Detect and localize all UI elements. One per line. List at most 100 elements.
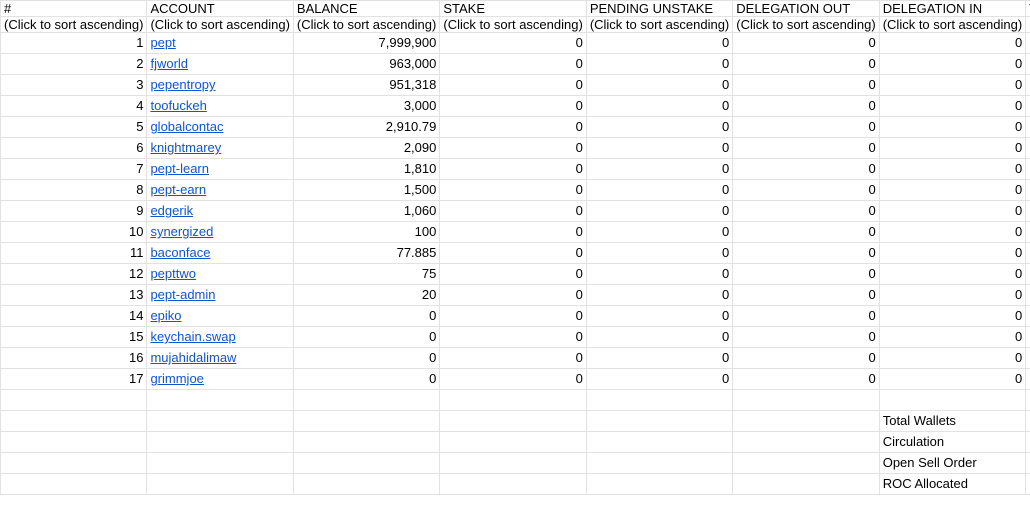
- summary-value-cell[interactable]: 10,000,000: [1025, 431, 1030, 453]
- total-cell[interactable]: 3,000: [1025, 95, 1030, 117]
- pending-unstake-cell[interactable]: 0: [585, 221, 734, 243]
- account-cell[interactable]: pepttwo: [146, 263, 294, 285]
- delegation-in-cell[interactable]: 0: [878, 137, 1027, 159]
- stake-cell[interactable]: 0: [439, 95, 587, 117]
- account-link[interactable]: pept-learn: [150, 161, 209, 176]
- total-cell[interactable]: 77.885: [1025, 242, 1030, 264]
- balance-cell[interactable]: 2,910.79: [292, 116, 441, 138]
- delegation-in-cell[interactable]: 0: [878, 200, 1027, 222]
- total-cell[interactable]: 1,500: [1025, 179, 1030, 201]
- summary-value-cell[interactable]: 9,926,862: [1025, 410, 1030, 432]
- header-col-total[interactable]: TOTAL: [1025, 0, 1030, 17]
- delegation-out-cell[interactable]: 0: [732, 53, 880, 75]
- account-link[interactable]: edgerik: [150, 203, 193, 218]
- summary-label-cell[interactable]: ROC Allocated: [878, 473, 1027, 495]
- delegation-out-cell[interactable]: 0: [732, 137, 880, 159]
- delegation-in-cell[interactable]: 0: [878, 242, 1027, 264]
- pending-unstake-cell[interactable]: 0: [585, 305, 734, 327]
- total-cell[interactable]: 0: [1025, 305, 1030, 327]
- delegation-in-cell[interactable]: 0: [878, 116, 1027, 138]
- empty-cell[interactable]: [732, 452, 880, 474]
- pending-unstake-cell[interactable]: 0: [585, 53, 734, 75]
- delegation-out-cell[interactable]: 0: [732, 347, 880, 369]
- stake-cell[interactable]: 0: [439, 221, 587, 243]
- account-link[interactable]: knightmarey: [150, 140, 221, 155]
- header-col-rank[interactable]: #: [0, 0, 148, 17]
- balance-cell[interactable]: 963,000: [292, 53, 441, 75]
- delegation-out-cell[interactable]: 0: [732, 200, 880, 222]
- rank-cell[interactable]: 11: [0, 242, 148, 264]
- pending-unstake-cell[interactable]: 0: [585, 326, 734, 348]
- stake-cell[interactable]: 0: [439, 74, 587, 96]
- rank-cell[interactable]: 14: [0, 305, 148, 327]
- delegation-out-cell[interactable]: 0: [732, 74, 880, 96]
- pending-unstake-cell[interactable]: 0: [585, 368, 734, 390]
- balance-cell[interactable]: 0: [292, 368, 441, 390]
- delegation-out-cell[interactable]: 0: [732, 242, 880, 264]
- account-link[interactable]: fjworld: [150, 56, 188, 71]
- stake-cell[interactable]: 0: [439, 284, 587, 306]
- pending-unstake-cell[interactable]: 0: [585, 137, 734, 159]
- pending-unstake-cell[interactable]: 0: [585, 263, 734, 285]
- balance-cell[interactable]: 3,000: [292, 95, 441, 117]
- balance-cell[interactable]: 0: [292, 305, 441, 327]
- balance-cell[interactable]: 2,090: [292, 137, 441, 159]
- pending-unstake-cell[interactable]: 0: [585, 347, 734, 369]
- delegation-in-cell[interactable]: 0: [878, 158, 1027, 180]
- sort-hint-col-balance[interactable]: (Click to sort ascending): [292, 16, 441, 33]
- account-cell[interactable]: keychain.swap: [146, 326, 294, 348]
- account-cell[interactable]: mujahidalimaw: [146, 347, 294, 369]
- account-link[interactable]: epiko: [150, 308, 181, 323]
- summary-label-cell[interactable]: Circulation: [878, 431, 1027, 453]
- account-cell[interactable]: pepentropy: [146, 74, 294, 96]
- empty-cell[interactable]: [292, 389, 441, 411]
- balance-cell[interactable]: 951,318: [292, 74, 441, 96]
- empty-cell[interactable]: [732, 389, 880, 411]
- balance-cell[interactable]: 7,999,900: [292, 32, 441, 54]
- delegation-out-cell[interactable]: 0: [732, 158, 880, 180]
- total-cell[interactable]: 0: [1025, 326, 1030, 348]
- account-link[interactable]: pept: [150, 35, 175, 50]
- pending-unstake-cell[interactable]: 0: [585, 284, 734, 306]
- empty-cell[interactable]: [0, 410, 148, 432]
- delegation-out-cell[interactable]: 0: [732, 326, 880, 348]
- sort-hint-col-delegation-in[interactable]: (Click to sort ascending): [878, 16, 1027, 33]
- summary-label-cell[interactable]: Total Wallets: [878, 410, 1027, 432]
- account-cell[interactable]: globalcontac: [146, 116, 294, 138]
- pending-unstake-cell[interactable]: 0: [585, 116, 734, 138]
- delegation-in-cell[interactable]: 0: [878, 263, 1027, 285]
- sort-hint-col-rank[interactable]: (Click to sort ascending): [0, 16, 148, 33]
- empty-cell[interactable]: [0, 431, 148, 453]
- delegation-in-cell[interactable]: 0: [878, 305, 1027, 327]
- account-cell[interactable]: synergized: [146, 221, 294, 243]
- header-col-account[interactable]: ACCOUNT: [146, 0, 294, 17]
- empty-cell[interactable]: [292, 452, 441, 474]
- empty-cell[interactable]: [439, 473, 587, 495]
- sort-hint-col-stake[interactable]: (Click to sort ascending): [439, 16, 587, 33]
- delegation-in-cell[interactable]: 0: [878, 347, 1027, 369]
- stake-cell[interactable]: 0: [439, 347, 587, 369]
- rank-cell[interactable]: 7: [0, 158, 148, 180]
- account-cell[interactable]: pept: [146, 32, 294, 54]
- balance-cell[interactable]: 0: [292, 347, 441, 369]
- account-link[interactable]: keychain.swap: [150, 329, 235, 344]
- account-link[interactable]: baconface: [150, 245, 210, 260]
- account-cell[interactable]: pept-admin: [146, 284, 294, 306]
- rank-cell[interactable]: 6: [0, 137, 148, 159]
- sort-hint-col-total[interactable]: (Click to sort ascending): [1025, 16, 1030, 33]
- empty-cell[interactable]: [146, 473, 294, 495]
- balance-cell[interactable]: 77.885: [292, 242, 441, 264]
- account-link[interactable]: grimmjoe: [150, 371, 203, 386]
- rank-cell[interactable]: 10: [0, 221, 148, 243]
- rank-cell[interactable]: 13: [0, 284, 148, 306]
- account-link[interactable]: mujahidalimaw: [150, 350, 236, 365]
- total-cell[interactable]: 20: [1025, 284, 1030, 306]
- empty-cell[interactable]: [146, 389, 294, 411]
- sort-hint-col-delegation-out[interactable]: (Click to sort ascending): [732, 16, 880, 33]
- rank-cell[interactable]: 15: [0, 326, 148, 348]
- header-col-balance[interactable]: BALANCE: [292, 0, 441, 17]
- balance-cell[interactable]: 1,810: [292, 158, 441, 180]
- empty-cell[interactable]: [439, 431, 587, 453]
- stake-cell[interactable]: 0: [439, 32, 587, 54]
- account-cell[interactable]: edgerik: [146, 200, 294, 222]
